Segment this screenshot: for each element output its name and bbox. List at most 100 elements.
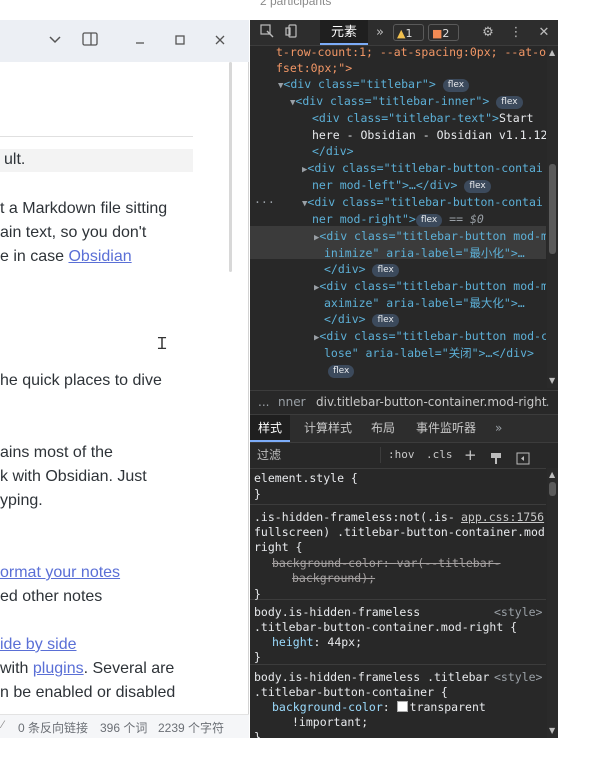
scroll-thumb[interactable] [549, 482, 556, 496]
styles-pane[interactable]: element.style { } .is-hidden-frameless:n… [250, 468, 546, 738]
close-devtools-icon[interactable]: ✕ [535, 24, 553, 42]
tab-layout[interactable]: 布局 [371, 415, 395, 442]
note-line: t a Markdown file sitting [0, 200, 168, 217]
dom-line[interactable]: fset:0px;"> [276, 60, 352, 77]
note-line: n be enabled or disabled [0, 684, 176, 701]
kebab-menu-icon[interactable]: ⋮ [507, 24, 525, 42]
dom-line-maximize[interactable]: ▶<div class="titlebar-button mod-m [314, 278, 546, 297]
scroll-up-icon[interactable]: ▲ [549, 470, 555, 479]
flex-badge[interactable]: flex [328, 362, 355, 379]
tab-styles[interactable]: 样式 [250, 415, 291, 442]
obsidian-titlebar [0, 20, 249, 62]
warnings-badge[interactable]: ▲1 [393, 24, 424, 41]
note-line: ed other notes [0, 588, 103, 605]
source-link[interactable]: <style> [494, 670, 542, 684]
dom-line-text-content[interactable]: here - Obsidian - Obsidian v1.1.12 [312, 127, 546, 144]
more-tabs-icon[interactable]: » [371, 24, 389, 42]
dom-line-mod-left-cont[interactable]: ner mod-left">…</div> flex [312, 177, 491, 194]
link-icon: ⁄ [2, 719, 4, 731]
dom-line-titlebar[interactable]: ▼<div class="titlebar"> flex [278, 76, 470, 95]
note-editor[interactable]: ult. t a Markdown file sitting ain text,… [0, 62, 232, 714]
tab-computed[interactable]: 计算样式 [304, 415, 352, 442]
inspect-element-icon[interactable] [258, 24, 276, 42]
participants-label: 2 participants [260, 0, 332, 8]
note-line: k with Obsidian. Just [0, 468, 147, 485]
plugins-link[interactable]: plugins [33, 660, 84, 677]
breadcrumb-item[interactable]: nner [278, 391, 306, 414]
scroll-down-icon[interactable]: ▼ [549, 376, 555, 385]
backlinks-count[interactable]: 0 条反向链接 [18, 719, 88, 736]
maximize-icon[interactable] [170, 32, 190, 50]
dom-line-maximize-cont[interactable]: aximize" aria-label="最大化">… [324, 295, 525, 312]
add-rule-icon[interactable]: + [464, 442, 477, 468]
note-line: ain text, so you don't [0, 224, 147, 241]
dom-line[interactable]: t-row-count:1; --at-spacing:0px; --at-of [276, 46, 546, 61]
dom-tree-scrollbar[interactable]: ▲ ▼ [547, 46, 558, 388]
dom-line-minimize[interactable]: ▶<div class="titlebar-button mod-m [314, 228, 546, 247]
rule-style-height[interactable]: body.is-hidden-frameless <style> .titleb… [250, 599, 546, 665]
dom-line-close-btn-cont[interactable]: lose" aria-label="关闭">…</div> [324, 345, 534, 362]
minimize-icon[interactable] [130, 32, 150, 50]
note-line: yping. [0, 492, 43, 509]
issues-badge[interactable]: ■2 [428, 24, 459, 41]
char-count: 2239 个字符 [158, 721, 225, 735]
divider [380, 447, 381, 463]
horizontal-rule [0, 136, 193, 137]
node-actions-icon[interactable]: ··· [254, 194, 275, 211]
dom-line-minimize-cont[interactable]: inimize" aria-label="最小化">… [324, 245, 525, 262]
dom-line-mod-left[interactable]: ▶<div class="titlebar-button-contai [302, 160, 543, 179]
rule-style-bg[interactable]: body.is-hidden-frameless .titlebar <styl… [250, 664, 546, 738]
note-line: ult. [4, 151, 26, 168]
scroll-up-icon[interactable]: ▲ [549, 48, 555, 57]
scroll-thumb[interactable] [549, 164, 556, 254]
dom-line-close[interactable]: </div> [312, 143, 354, 160]
inline-code-block [0, 149, 193, 172]
breadcrumb-item-current[interactable]: div.titlebar-button-container.mod-right [316, 391, 547, 414]
chevron-down-icon[interactable] [45, 32, 65, 50]
dom-line-mod-right[interactable]: ▼<div class="titlebar-button-contai [302, 194, 543, 213]
styles-filter-row: 过滤 :hov .cls + [250, 442, 546, 469]
issue-icon: ■ [432, 27, 443, 40]
note-line: he quick places to dive [0, 372, 162, 389]
background-window-edge [558, 20, 606, 738]
breadcrumb: ... nner div.titlebar-button-container.m… [250, 390, 558, 415]
tab-event-listeners[interactable]: 事件监听器 [416, 415, 476, 442]
source-link[interactable]: <style> [494, 605, 542, 619]
dom-line-titlebar-inner[interactable]: ▼<div class="titlebar-inner"> flex [290, 93, 523, 112]
hover-state-toggle[interactable]: :hov [388, 442, 415, 468]
close-icon[interactable] [210, 32, 230, 50]
dom-tree[interactable]: t-row-count:1; --at-spacing:0px; --at-of… [250, 46, 546, 388]
note-line: ains most of the [0, 444, 113, 461]
filter-input[interactable]: 过滤 [257, 442, 281, 468]
scroll-down-icon[interactable]: ▼ [549, 726, 555, 735]
side-by-side-link[interactable]: ide by side [0, 636, 77, 654]
device-toggle-icon[interactable] [283, 24, 301, 42]
devtools-toolbar: 元素 » ▲1 ■2 ⚙ ⋮ ✕ [250, 20, 558, 46]
obsidian-link[interactable]: Obsidian [68, 248, 131, 265]
breadcrumb-more[interactable]: ... [538, 391, 549, 414]
note-line: with plugins. Several are [0, 660, 175, 677]
editor-scrollbar[interactable] [229, 62, 232, 272]
sidebar-toggle-icon[interactable] [80, 32, 100, 50]
source-link[interactable]: app.css:1756 [461, 510, 544, 524]
rule-element-style[interactable]: element.style { } [250, 468, 546, 505]
devtools-panel: 元素 » ▲1 ■2 ⚙ ⋮ ✕ t-row-count:1; --at-spa… [250, 20, 558, 738]
rule-app-css[interactable]: .is-hidden-frameless:not(.is- app.css:17… [250, 504, 546, 601]
dom-line-close[interactable]: </div> flex [324, 311, 399, 328]
dom-line-close[interactable]: </div> flex [324, 261, 399, 278]
tab-elements[interactable]: 元素 [320, 20, 368, 45]
word-count: 396 个词 [100, 721, 148, 735]
gear-icon[interactable]: ⚙ [479, 24, 497, 42]
dom-line-mod-right-cont[interactable]: ner mod-right"> flex == $0 [312, 211, 484, 228]
color-swatch[interactable] [396, 701, 408, 712]
breadcrumb-overflow[interactable]: ... [258, 391, 269, 414]
more-tabs-icon[interactable]: » [495, 415, 502, 442]
text-cursor-icon: Ｉ [154, 334, 171, 353]
status-bar: ⁄ 0 条反向链接 396 个词 2239 个字符 [0, 714, 249, 738]
styles-scrollbar[interactable]: ▲ ▼ [547, 468, 558, 738]
note-line: e in case Obsidian [0, 248, 132, 265]
class-toggle[interactable]: .cls [426, 442, 453, 468]
dom-line-close-btn[interactable]: ▶<div class="titlebar-button mod-c [314, 328, 546, 347]
dom-line-titlebar-text[interactable]: <div class="titlebar-text">Start [312, 110, 534, 127]
format-notes-link[interactable]: ormat your notes [0, 564, 120, 582]
